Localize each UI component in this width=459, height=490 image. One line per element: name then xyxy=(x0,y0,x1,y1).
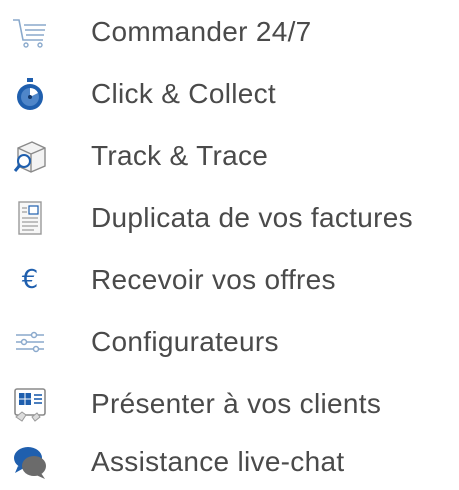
menu-item-track-trace[interactable]: Track & Trace xyxy=(0,128,459,184)
chat-bubbles-icon xyxy=(10,442,50,482)
menu-item-commander[interactable]: Commander 24/7 xyxy=(0,4,459,60)
menu-item-label: Track & Trace xyxy=(91,140,269,171)
euro-icon: € xyxy=(10,260,50,300)
menu-item-click-collect[interactable]: Click & Collect xyxy=(0,66,459,122)
menu-item-offers[interactable]: € Recevoir vos offres xyxy=(0,252,459,308)
menu-item-label: Duplicata de vos factures xyxy=(91,202,413,233)
menu-item-label: Commander 24/7 xyxy=(91,16,312,47)
menu-item-live-chat[interactable]: Assistance live-chat xyxy=(0,434,459,490)
sliders-icon xyxy=(10,322,50,362)
menu-item-present[interactable]: Présenter à vos clients xyxy=(0,376,459,432)
invoice-icon xyxy=(10,198,50,238)
menu-item-label: Recevoir vos offres xyxy=(91,264,336,295)
stopwatch-icon xyxy=(10,74,50,114)
shopping-cart-icon xyxy=(10,12,50,52)
presentation-icon xyxy=(10,384,50,424)
service-menu: Commander 24/7 Click & Collect Track & T… xyxy=(0,0,459,490)
menu-item-invoices[interactable]: Duplicata de vos factures xyxy=(0,190,459,246)
menu-item-label: Click & Collect xyxy=(91,78,276,109)
menu-item-label: Configurateurs xyxy=(91,326,279,357)
menu-item-label: Présenter à vos clients xyxy=(91,388,382,419)
menu-item-label: Assistance live-chat xyxy=(91,446,345,477)
package-search-icon xyxy=(10,136,50,176)
euro-glyph: € xyxy=(21,265,39,295)
menu-item-configurators[interactable]: Configurateurs xyxy=(0,314,459,370)
